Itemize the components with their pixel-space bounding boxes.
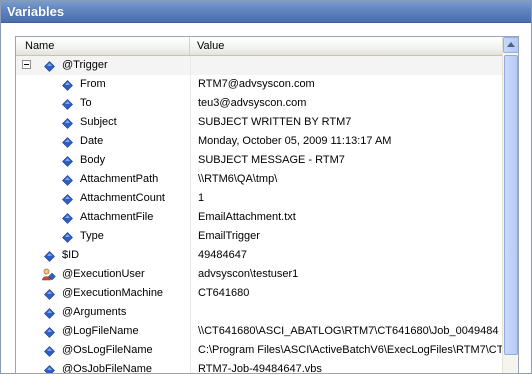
variable-name-cell: Type: [16, 227, 191, 246]
variable-name: Body: [80, 154, 106, 166]
diamond-icon: [62, 231, 73, 243]
variable-name: @Trigger: [62, 59, 108, 71]
variable-name: AttachmentPath: [80, 173, 159, 185]
diamond-icon: [44, 250, 55, 262]
variable-row[interactable]: @LogFileName \\CT641680\ASCI_ABATLOG\RTM7…: [16, 322, 502, 341]
variable-name-cell: @OsLogFileName: [16, 341, 191, 360]
variable-row[interactable]: @OsLogFileName C:\Program Files\ASCI\Acti…: [16, 341, 502, 360]
variable-name-cell: Subject: [16, 113, 191, 132]
variable-name-cell: AttachmentPath: [16, 170, 191, 189]
variable-value: 49484647: [198, 249, 247, 261]
variable-value: teu3@advsyscon.com: [198, 97, 307, 109]
variable-name: Type: [80, 230, 104, 242]
variable-name-cell: @ExecutionMachine: [16, 284, 191, 303]
variable-value: C:\Program Files\ASCI\ActiveBatchV6\Exec…: [198, 344, 502, 356]
variable-name-cell: @LogFileName: [16, 322, 191, 341]
diamond-icon: [62, 212, 73, 224]
variable-row[interactable]: @Arguments: [16, 303, 502, 322]
variable-row[interactable]: AttachmentPath \\RTM6\QA\tmp\: [16, 170, 502, 189]
variable-value: \\CT641680\ASCI_ABATLOG\RTM7\CT641680\Jo…: [198, 325, 499, 337]
variable-name: @Arguments: [62, 306, 127, 318]
diamond-icon: [62, 136, 73, 148]
variable-name: AttachmentFile: [80, 211, 154, 223]
variable-name-cell: @OsJobFileName: [16, 360, 191, 374]
diamond-icon: [44, 60, 55, 72]
vertical-scrollbar[interactable]: [502, 37, 518, 373]
variable-name-cell: To: [16, 94, 191, 113]
variable-value: Monday, October 05, 2009 11:13:17 AM: [198, 135, 392, 147]
variable-value: RTM7-Job-49484647.vbs: [198, 363, 322, 374]
variable-row[interactable]: @ExecutionUser advsyscon\testuser1: [16, 265, 502, 284]
variable-name: From: [80, 78, 106, 90]
scrollbar-thumb[interactable]: [504, 55, 518, 355]
variable-row[interactable]: Subject SUBJECT WRITTEN BY RTM7: [16, 113, 502, 132]
variable-name: @OsLogFileName: [62, 344, 153, 356]
variable-name: @ExecutionUser: [62, 268, 145, 280]
variable-row[interactable]: Date Monday, October 05, 2009 11:13:17 AM: [16, 132, 502, 151]
variable-value: SUBJECT MESSAGE - RTM7: [198, 154, 345, 166]
scroll-up-arrow-icon[interactable]: [503, 37, 518, 53]
collapse-toggle-icon[interactable]: [22, 60, 31, 69]
user-icon: [42, 268, 56, 281]
variable-row[interactable]: AttachmentCount 1: [16, 189, 502, 208]
variables-panel: Variables Name Value @Trigger From RTM7@ad…: [0, 0, 532, 374]
variable-value: RTM7@advsyscon.com: [198, 78, 315, 90]
variable-row[interactable]: AttachmentFile EmailAttachment.txt: [16, 208, 502, 227]
variable-name: @ExecutionMachine: [62, 287, 164, 299]
diamond-icon: [62, 117, 73, 129]
diamond-icon: [44, 307, 55, 319]
variable-name-cell: @ExecutionUser: [16, 265, 191, 284]
panel-title: Variables: [1, 1, 531, 23]
column-header-value[interactable]: Value: [191, 37, 502, 55]
variable-row[interactable]: To teu3@advsyscon.com: [16, 94, 502, 113]
variable-row[interactable]: Body SUBJECT MESSAGE - RTM7: [16, 151, 502, 170]
variable-value: SUBJECT WRITTEN BY RTM7: [198, 116, 352, 128]
variable-value: EmailAttachment.txt: [198, 211, 296, 223]
variable-name: AttachmentCount: [80, 192, 165, 204]
variable-value: advsyscon\testuser1: [198, 268, 299, 280]
variable-name-cell: AttachmentFile: [16, 208, 191, 227]
diamond-icon: [62, 98, 73, 110]
diamond-icon: [44, 288, 55, 300]
diamond-icon: [44, 326, 55, 338]
variables-grid[interactable]: Name Value @Trigger From RTM7@advsyscon.co…: [15, 36, 519, 374]
column-header-name[interactable]: Name: [16, 37, 190, 55]
variable-row[interactable]: @OsJobFileName RTM7-Job-49484647.vbs: [16, 360, 502, 374]
diamond-icon: [44, 364, 55, 373]
column-header-row: Name Value: [16, 37, 502, 56]
variable-name-cell: Date: [16, 132, 191, 151]
variable-name-cell: From: [16, 75, 191, 94]
variable-name-cell: $ID: [16, 246, 191, 265]
variable-row[interactable]: From RTM7@advsyscon.com: [16, 75, 502, 94]
variable-value: EmailTrigger: [198, 230, 260, 242]
diamond-icon: [62, 155, 73, 167]
variable-row[interactable]: @ExecutionMachine CT641680: [16, 284, 502, 303]
variable-row[interactable]: Type EmailTrigger: [16, 227, 502, 246]
variable-name-cell: @Arguments: [16, 303, 191, 322]
variable-name-cell: @Trigger: [16, 56, 191, 75]
variable-value: \\RTM6\QA\tmp\: [198, 173, 278, 185]
variable-name-cell: Body: [16, 151, 191, 170]
diamond-icon: [62, 193, 73, 205]
variable-name: $ID: [62, 249, 80, 261]
variable-name: Date: [80, 135, 104, 147]
variable-rows: @Trigger From RTM7@advsyscon.com To teu3@adv…: [16, 56, 502, 374]
variable-row[interactable]: @Trigger: [16, 56, 502, 75]
diamond-icon: [62, 174, 73, 186]
diamond-icon: [44, 345, 55, 357]
variable-name-cell: AttachmentCount: [16, 189, 191, 208]
variable-value: 1: [198, 192, 205, 204]
diamond-icon: [62, 79, 73, 91]
variable-row[interactable]: $ID 49484647: [16, 246, 502, 265]
variable-name: Subject: [80, 116, 117, 128]
variable-name: @LogFileName: [62, 325, 139, 337]
variable-value: [192, 303, 502, 322]
variable-value: CT641680: [198, 287, 250, 299]
variable-name: @OsJobFileName: [62, 363, 153, 374]
variable-value: [192, 56, 502, 75]
variable-name: To: [80, 97, 92, 109]
